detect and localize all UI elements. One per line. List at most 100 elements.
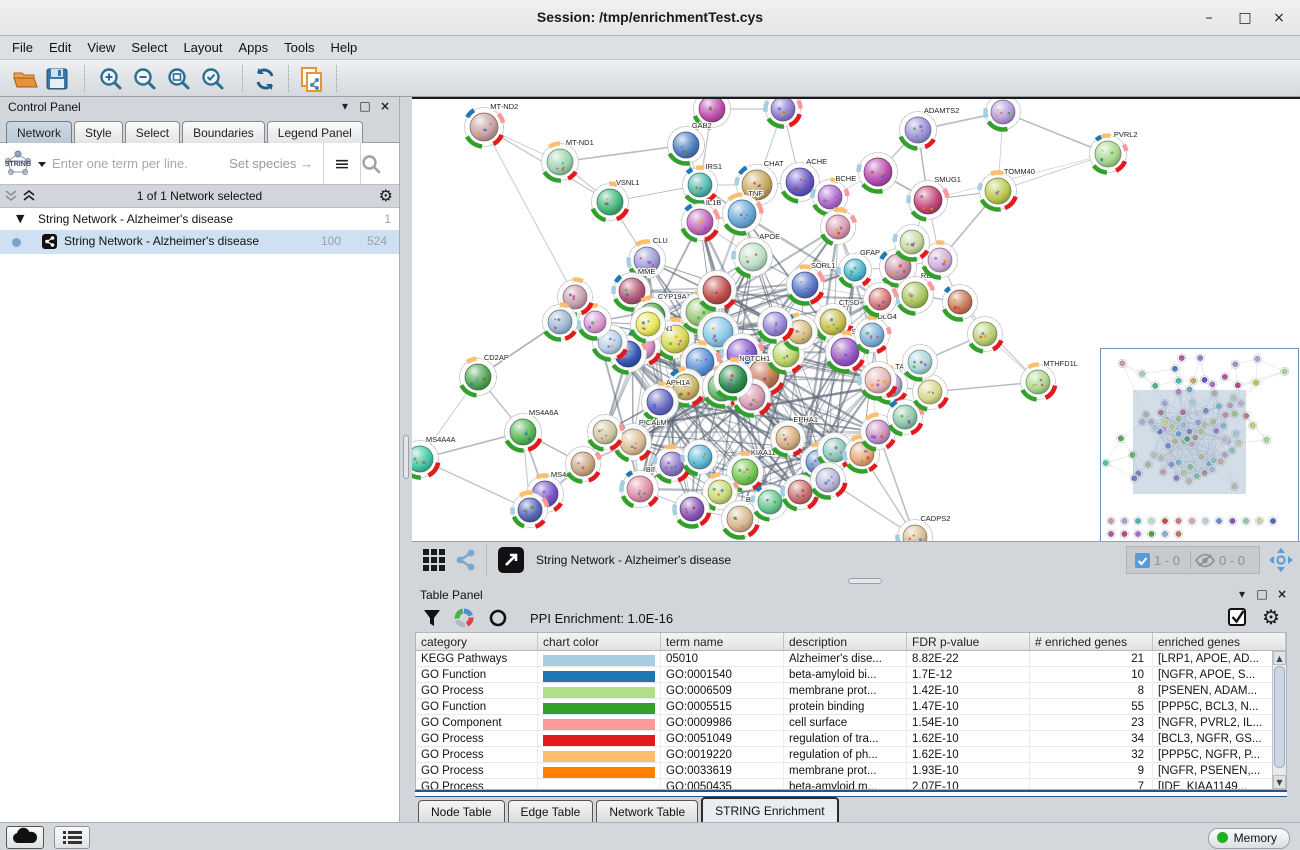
scroll-down-arrow[interactable]: ▼ [1273, 775, 1286, 789]
network-node[interactable] [631, 307, 666, 342]
maximize-button[interactable]: □ [1232, 8, 1258, 28]
panel-collapse-icon[interactable]: ▾ [337, 99, 353, 113]
network-node[interactable] [903, 345, 938, 380]
table-row[interactable]: GO ComponentGO:0009986cell surface1.54E-… [416, 715, 1286, 731]
network-node[interactable] [512, 493, 547, 528]
string-menu-icon[interactable]: ≡ [324, 153, 360, 175]
splitter-handle[interactable] [848, 578, 882, 584]
clone-network-icon[interactable] [298, 66, 324, 92]
column-header-0[interactable]: category [416, 633, 538, 650]
panel-float-icon[interactable]: □ [357, 99, 373, 113]
menu-view[interactable]: View [79, 37, 123, 58]
tab-network[interactable]: Network [6, 121, 72, 143]
table-row[interactable]: GO ProcessGO:0050435beta-amyloid m...2.0… [416, 779, 1286, 790]
table-row[interactable]: GO ProcessGO:0033619membrane prot...1.93… [416, 763, 1286, 779]
task-list-button[interactable] [54, 826, 90, 849]
network-node[interactable] [985, 99, 1020, 130]
network-node-mthfd1l[interactable]: MTHFD1L [1021, 359, 1078, 400]
table-vertical-scrollbar[interactable]: ▲ ▼ [1272, 651, 1286, 789]
network-node-pvrl2[interactable]: PVRL2 [1090, 130, 1138, 173]
network-node[interactable] [758, 307, 793, 342]
tab-network-table[interactable]: Network Table [596, 800, 698, 822]
menu-layout[interactable]: Layout [175, 37, 230, 58]
network-node-mt-nd2[interactable]: MT-ND2 [465, 102, 519, 147]
panel-close-icon[interactable]: × [1274, 587, 1290, 601]
save-session-icon[interactable] [44, 66, 70, 92]
menu-tools[interactable]: Tools [276, 37, 322, 58]
scroll-up-arrow[interactable]: ▲ [1273, 651, 1286, 665]
navigate-compass-icon[interactable] [1268, 547, 1294, 573]
menu-apps[interactable]: Apps [231, 37, 277, 58]
network-node-vsnl1[interactable]: VSNL1 [592, 178, 640, 221]
network-node[interactable] [859, 153, 898, 192]
tree-expand-caret[interactable]: ▼ [16, 212, 24, 225]
selected-checkbox-icon[interactable] [1135, 553, 1150, 568]
column-header-5[interactable]: # enriched genes [1030, 633, 1153, 650]
tab-edge-table[interactable]: Edge Table [508, 800, 594, 822]
string-query-input[interactable] [46, 156, 229, 171]
table-row[interactable]: GO ProcessGO:0051049regulation of tra...… [416, 731, 1286, 747]
network-node-adamts2[interactable]: ADAMTS2 [900, 106, 960, 149]
table-settings-gear-icon[interactable]: ⚙ [1262, 605, 1280, 629]
scrollbar-thumb[interactable] [1274, 666, 1285, 768]
panel-collapse-icon[interactable]: ▾ [1234, 587, 1250, 601]
memory-button[interactable]: Memory [1208, 828, 1290, 849]
string-logo-icon[interactable]: STRING [0, 147, 46, 181]
horizontal-splitter[interactable] [412, 577, 1300, 585]
network-node[interactable] [859, 362, 896, 399]
column-header-1[interactable]: chart color [538, 633, 661, 650]
network-node-tnf[interactable]: TNF [723, 189, 764, 234]
close-button[interactable]: × [1266, 8, 1292, 28]
network-node[interactable] [543, 304, 578, 339]
select-rows-checkbox-icon[interactable] [1227, 607, 1248, 628]
table-row[interactable]: GO ProcessGO:0019220regulation of ph...1… [416, 747, 1286, 763]
ring-chart-icon[interactable] [488, 608, 508, 628]
splitter-handle[interactable] [403, 435, 409, 479]
network-node-tomm40[interactable]: TOMM40 [980, 167, 1035, 210]
network-node[interactable] [943, 285, 978, 320]
open-session-icon[interactable] [12, 66, 38, 92]
tab-select[interactable]: Select [125, 121, 180, 143]
column-header-2[interactable]: term name [661, 633, 784, 650]
network-node-ms4a6a[interactable]: MS4A6A [505, 408, 559, 451]
network-node-dlg4[interactable]: DLG4 [855, 312, 897, 353]
cloud-button[interactable] [6, 826, 44, 849]
network-node[interactable] [864, 283, 897, 316]
menu-edit[interactable]: Edit [41, 37, 79, 58]
minimize-button[interactable]: – [1196, 8, 1222, 28]
birdseye-view[interactable] [1100, 348, 1299, 541]
tab-legend-panel[interactable]: Legend Panel [267, 121, 363, 143]
birdseye-viewport-rect[interactable] [1133, 390, 1246, 494]
network-node[interactable] [674, 492, 709, 527]
network-node-cd2ap[interactable]: CD2AP [460, 353, 509, 396]
pie-chart-icon[interactable] [454, 608, 474, 628]
network-node-apoe[interactable]: APOE [734, 232, 781, 277]
network-node-cadps2[interactable]: CADPS2 [898, 514, 951, 541]
network-collection-row[interactable]: ▼ String Network - Alzheimer's disease 1 [0, 208, 399, 230]
tab-style[interactable]: Style [74, 121, 123, 143]
tab-string-enrichment[interactable]: STRING Enrichment [701, 797, 838, 822]
network-node[interactable] [895, 225, 930, 260]
menu-select[interactable]: Select [123, 37, 175, 58]
zoom-in-icon[interactable] [98, 66, 124, 92]
vertical-splitter[interactable] [400, 97, 412, 822]
menu-file[interactable]: File [4, 37, 41, 58]
network-node-gfap[interactable]: GFAP [839, 248, 880, 287]
column-header-3[interactable]: description [784, 633, 907, 650]
column-header-6[interactable]: enriched genes [1153, 633, 1286, 650]
tab-boundaries[interactable]: Boundaries [182, 121, 265, 143]
table-row[interactable]: GO FunctionGO:0001540beta-amyloid bi...1… [416, 667, 1286, 683]
network-node-ms4a4a[interactable]: MS4A4A [412, 435, 455, 478]
table-row[interactable]: GO FunctionGO:0005515protein binding1.47… [416, 699, 1286, 715]
network-node[interactable] [566, 447, 601, 482]
tab-node-table[interactable]: Node Table [418, 800, 505, 822]
panel-close-icon[interactable]: × [377, 99, 393, 113]
menu-help[interactable]: Help [323, 37, 366, 58]
grid-view-icon[interactable] [422, 548, 446, 572]
network-node-il1b[interactable]: IL1B [682, 198, 722, 241]
network-node[interactable] [968, 317, 1003, 352]
hidden-eye-icon[interactable] [1195, 553, 1215, 568]
zoom-fit-icon[interactable] [166, 66, 192, 92]
open-in-window-icon[interactable] [498, 547, 524, 573]
network-node[interactable] [821, 210, 856, 245]
